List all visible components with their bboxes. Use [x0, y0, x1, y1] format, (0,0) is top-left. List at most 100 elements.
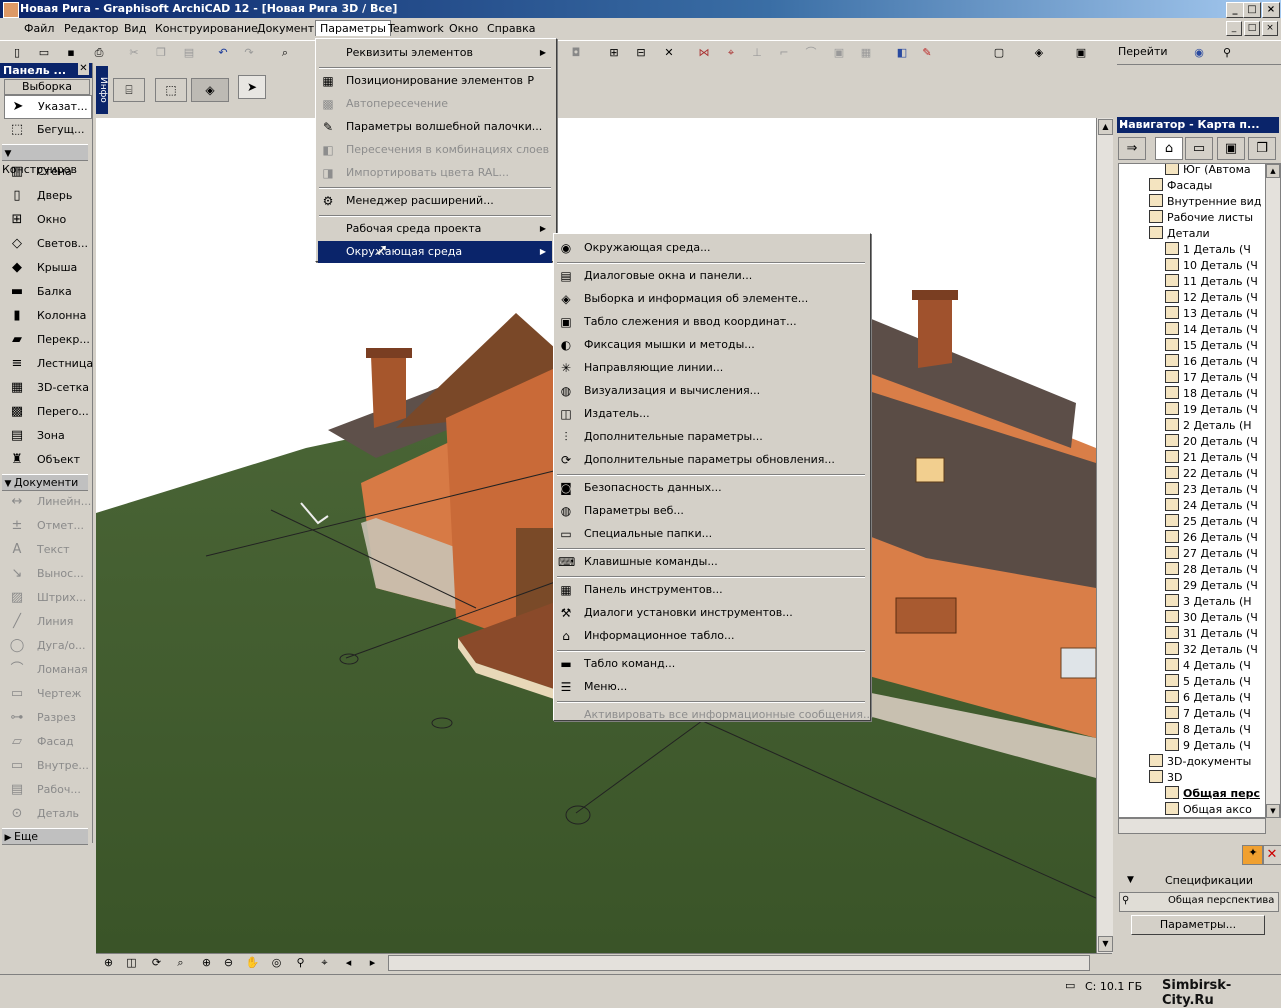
tree-item[interactable]: 3D-документы — [1149, 754, 1251, 770]
menu-options[interactable]: Параметры — [315, 20, 391, 36]
section-document[interactable]: ▼ Документи — [2, 474, 88, 491]
print-icon[interactable]: ⎙ — [90, 44, 108, 61]
specs-toggle-icon[interactable]: ▼ — [1127, 875, 1134, 885]
menu-item-tool-settings[interactable]: ⚒ Диалоги установки инструментов... — [556, 602, 866, 624]
menu-item-menus[interactable]: ☰ Меню... — [556, 676, 866, 698]
tree-item[interactable]: 25 Деталь (Ч — [1165, 514, 1258, 530]
menu-item-update-options[interactable]: ⟳ Дополнительные параметры обновления... — [556, 449, 866, 471]
tree-item[interactable]: 21 Деталь (Ч — [1165, 450, 1258, 466]
tree-item[interactable]: 27 Деталь (Ч — [1165, 546, 1258, 562]
tree-item[interactable]: 20 Деталь (Ч — [1165, 434, 1258, 450]
tool-item[interactable]: ◯ Дуга/о... — [4, 635, 90, 657]
next-zoom-icon[interactable]: ▸ — [362, 955, 383, 970]
tool-item[interactable]: ▤ Рабоч... — [4, 779, 90, 801]
refresh-icon[interactable]: ⟳ — [146, 955, 167, 970]
tool-item[interactable]: ⌒ Ломаная — [4, 659, 90, 681]
new-viewpoint-icon[interactable]: ✦ — [1242, 845, 1264, 865]
navigator-arrow-icon[interactable]: ⇒ — [1118, 137, 1146, 160]
horizontal-scrollbar[interactable] — [388, 955, 1090, 971]
tree-item[interactable]: 5 Деталь (Ч — [1165, 674, 1251, 690]
tree-item[interactable]: 2 Деталь (Н — [1165, 418, 1252, 434]
tool-item[interactable]: A Текст — [4, 539, 90, 561]
tree-item[interactable]: 32 Деталь (Ч — [1165, 642, 1258, 658]
tree-item[interactable]: Юг (Автома — [1165, 164, 1251, 178]
layout-icon[interactable]: ▣ — [1072, 44, 1090, 61]
tool-item[interactable]: ▬ Балка — [4, 281, 90, 303]
minimize-button[interactable]: _ — [1226, 2, 1244, 18]
undo-icon[interactable]: ↶ — [214, 44, 232, 61]
tool-item[interactable]: ▤ Зона — [4, 425, 90, 447]
fillet-icon[interactable]: ⌒ — [802, 44, 820, 61]
settings-button[interactable]: Параметры... — [1131, 915, 1265, 935]
find-icon[interactable]: ⌕ — [276, 44, 294, 61]
tool-item[interactable]: ▯ Дверь — [4, 185, 90, 207]
menu-item-selection-info[interactable]: ◈ Выборка и информация об элементе... — [556, 288, 866, 310]
tree-item[interactable]: 24 Деталь (Ч — [1165, 498, 1258, 514]
zoom-in-icon[interactable]: ⊕ — [196, 955, 217, 970]
floor-plan-icon[interactable]: ▢ — [990, 44, 1008, 61]
tool-item[interactable]: ▦ 3D-сетка — [4, 377, 90, 399]
menu-window[interactable]: Окно — [445, 21, 482, 36]
new-icon[interactable]: ▯ — [8, 44, 26, 61]
tool-item[interactable]: ▥ Стена — [4, 161, 90, 183]
tree-item[interactable]: 28 Деталь (Ч — [1165, 562, 1258, 578]
menu-item-info-box[interactable]: ⌂ Информационное табло... — [556, 625, 866, 647]
magic-wand-toolbar-icon[interactable]: ✎ — [918, 44, 936, 61]
view-map-icon[interactable]: ▭ — [1185, 137, 1213, 160]
menu-file[interactable]: Файл — [20, 21, 58, 36]
menu-item-shortcuts[interactable]: ⌨ Клавишные команды... — [556, 551, 866, 573]
tool-item[interactable]: ▩ Перего... — [4, 401, 90, 423]
tree-item[interactable]: 8 Деталь (Ч — [1165, 722, 1251, 738]
tree-item[interactable]: 14 Деталь (Ч — [1165, 322, 1258, 338]
tree-item[interactable]: 18 Деталь (Ч — [1165, 386, 1258, 402]
section-more[interactable]: ▶ Еще — [2, 828, 88, 845]
menu-item-publisher[interactable]: ◫ Издатель... — [556, 403, 866, 425]
viewport-vertical-scrollbar[interactable]: ▲ ▼ — [1096, 118, 1113, 953]
menu-item-mouse[interactable]: ◐ Фиксация мышки и методы... — [556, 334, 866, 356]
tree-item[interactable]: 15 Деталь (Ч — [1165, 338, 1258, 354]
publisher-sets-icon[interactable]: ❐ — [1248, 137, 1276, 160]
tree-item[interactable]: 9 Деталь (Ч — [1165, 738, 1251, 754]
orbit-icon[interactable]: ◎ — [266, 955, 287, 970]
save-icon[interactable]: ▪ — [62, 44, 80, 61]
walk-icon[interactable]: ⚲ — [1218, 44, 1236, 61]
tree-item[interactable]: 6 Деталь (Ч — [1165, 690, 1251, 706]
tree-item[interactable]: 31 Деталь (Ч — [1165, 626, 1258, 642]
menu-item-layer-intersect[interactable]: ◧ Пересечения в комбинациях слоев — [318, 139, 552, 161]
tree-item[interactable]: 26 Деталь (Ч — [1165, 530, 1258, 546]
tool-item[interactable]: ◇ Светов... — [4, 233, 90, 255]
3d-window-settings-icon[interactable]: ◫ — [121, 955, 142, 970]
copy-icon[interactable]: ❐ — [152, 44, 170, 61]
tool-item[interactable]: ▭ Внутре... — [4, 755, 90, 777]
tree-item[interactable]: 3 Деталь (Н — [1165, 594, 1252, 610]
doc-minimize-button[interactable]: _ — [1226, 21, 1242, 36]
section-construct[interactable]: ▼Конструиров — [2, 144, 88, 176]
menu-view[interactable]: Вид — [120, 21, 150, 36]
tree-item[interactable]: 7 Деталь (Ч — [1165, 706, 1251, 722]
tool-item[interactable]: ⊙ Деталь — [4, 803, 90, 825]
prev-zoom-icon[interactable]: ◂ — [338, 955, 359, 970]
tree-item[interactable]: 10 Деталь (Ч — [1165, 258, 1258, 274]
tree-item[interactable]: Рабочие листы — [1149, 210, 1253, 226]
layout-book-icon[interactable]: ▣ — [1217, 137, 1245, 160]
tree-item[interactable]: 16 Деталь (Ч — [1165, 354, 1258, 370]
tree-item[interactable]: Общая перс — [1165, 786, 1260, 802]
menu-item-ral[interactable]: ◨ Импортировать цвета RAL... — [318, 162, 552, 184]
menu-item-guide-lines[interactable]: ✳ Направляющие линии... — [556, 357, 866, 379]
navigator-close-icon[interactable]: ✕ — [1119, 118, 1276, 131]
tool-marquee[interactable]: ⬚ Бегущ... — [4, 119, 90, 141]
tool-item[interactable]: ▨ Штрих... — [4, 587, 90, 609]
menu-item-toolbars[interactable]: ▬ Табло команд... — [556, 653, 866, 675]
menu-item-рабочая-среда-проект[interactable]: Рабочая среда проекта ▶ — [318, 218, 552, 240]
tree-item[interactable]: 3D — [1149, 770, 1182, 786]
tool-item[interactable]: ▮ Колонна — [4, 305, 90, 327]
menu-item-position[interactable]: ▦ Позиционирование элементов P — [318, 70, 552, 92]
tree-item[interactable]: 22 Деталь (Ч — [1165, 466, 1258, 482]
pan-icon[interactable]: ✋ — [242, 955, 263, 970]
suspend-group-icon[interactable]: ⊟ — [632, 44, 650, 61]
menu-teamwork[interactable]: Teamwork — [384, 21, 448, 36]
zoom-out-icon[interactable]: ⊖ — [218, 955, 239, 970]
menu-item-окружающая-среда[interactable]: Окружающая среда ▶ — [318, 241, 552, 263]
3d-window-icon[interactable]: ◈ — [1030, 44, 1048, 61]
intersect-icon[interactable]: ⌐ — [775, 44, 793, 61]
